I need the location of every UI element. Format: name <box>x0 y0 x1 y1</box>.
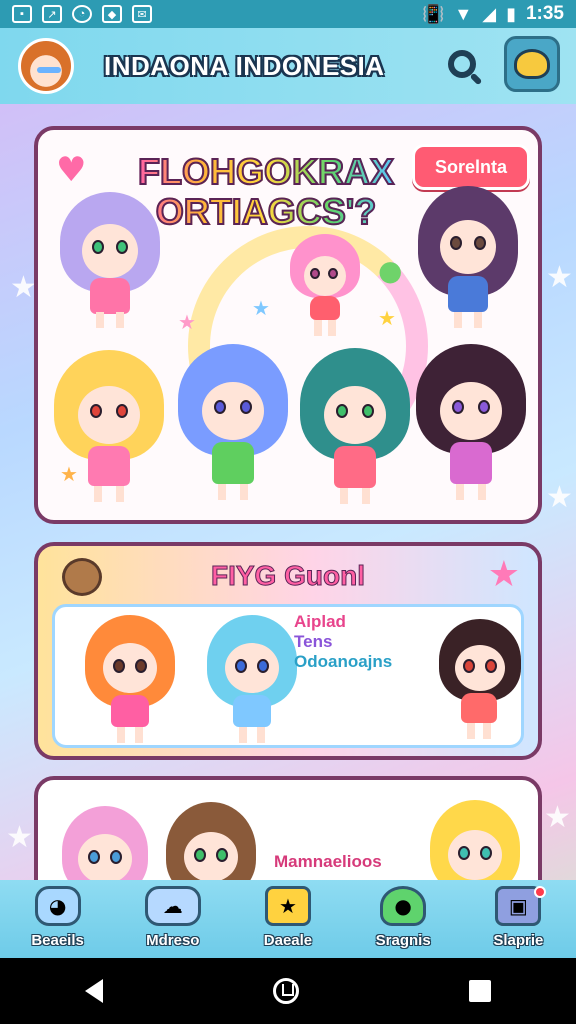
decor-star-icon: ★ <box>6 820 33 855</box>
star-face-icon: ★ <box>264 886 311 926</box>
character-pink-small[interactable] <box>290 234 360 336</box>
shield-notification-icon: ◆ <box>102 5 122 23</box>
character-teal[interactable] <box>300 348 410 510</box>
heart-icon: ♥ <box>56 150 87 190</box>
back-icon[interactable] <box>85 979 103 1003</box>
nav-label: Daeale <box>263 932 313 949</box>
nav-label: Mdreso <box>146 932 200 949</box>
status-notification-icons: ▪ ↗ ◔ ◆ ✉ <box>12 5 152 23</box>
star-sparkle-icon: ★ <box>178 310 196 334</box>
featured-title: FIYG Guonl <box>211 560 366 592</box>
star-sparkle-icon: ★ <box>60 462 78 486</box>
signal-icon: ◢ <box>482 3 497 24</box>
chart-notification-icon: ↗ <box>42 5 62 23</box>
app-notification-icon: ◔ <box>72 5 92 23</box>
star-sparkle-icon: ★ <box>252 296 270 320</box>
nav-label: Slaprie <box>493 932 544 949</box>
system-navigation-bar <box>0 958 576 1024</box>
hero-title: FLOHGOKRAX ORTIAGCS'? <box>136 151 396 233</box>
nav-label: Beaeils <box>31 932 84 949</box>
nav-label: Sragnis <box>375 932 431 949</box>
featured-line-2: Tens <box>294 632 333 651</box>
bottom-navigation: ◕ Beaeils ☁ Mdreso ★ Daeale ● Sragnis ▣ … <box>0 880 576 958</box>
nav-item-1[interactable]: ◕ Beaeils <box>8 886 108 949</box>
hero-banner-card[interactable]: ♥ FLOHGOKRAX ORTIAGCS'? Sorelnta ★ ★ ● ★… <box>34 126 542 524</box>
cloud-chat-icon: ☁ <box>144 886 201 926</box>
featured-line-1: Aiplad <box>294 612 346 631</box>
nav-item-3[interactable]: ★ Daeale <box>238 886 338 949</box>
hero-title-line1: FLOHGOKRAX <box>137 151 395 193</box>
wifi-icon: ▼ <box>454 3 473 24</box>
featured-line-3: Odoanoajns <box>294 652 393 671</box>
search-icon <box>448 50 476 78</box>
star-sparkle-icon: ★ <box>378 306 396 330</box>
app-title: INDAONA INDONESIA <box>104 50 385 81</box>
decor-star-icon: ★ <box>546 480 573 515</box>
character-purple[interactable] <box>418 186 518 332</box>
star-icon: ★ <box>487 554 520 595</box>
decor-star-icon: ★ <box>10 270 37 305</box>
character-cyan[interactable] <box>207 615 297 743</box>
character-orange[interactable] <box>85 615 175 743</box>
hero-title-line2: ORTIAGCS'? <box>155 191 378 233</box>
featured-card[interactable]: FIYG Guonl ★ Aiplad Tens Odoanoajns <box>34 542 542 760</box>
message-notification-icon: ✉ <box>132 5 152 23</box>
battery-icon: ▮ <box>506 3 516 24</box>
character-blue[interactable] <box>178 344 288 510</box>
character-lavender[interactable] <box>60 192 160 332</box>
slime-icon: ● <box>380 886 427 926</box>
nav-item-5[interactable]: ▣ Slaprie <box>468 886 568 949</box>
status-bar: ▪ ↗ ◔ ◆ ✉ 📳 ▼ ◢ ▮ 1:35 <box>0 0 576 28</box>
notification-badge <box>534 886 547 898</box>
featured-description: Aiplad Tens Odoanoajns <box>294 612 392 672</box>
app-header: INDAONA INDONESIA <box>0 28 576 104</box>
recents-icon[interactable] <box>469 980 491 1002</box>
hero-tag-button[interactable]: Sorelnta <box>412 144 530 190</box>
more-title: Mamnaelioos <box>274 852 382 871</box>
image-notification-icon: ▪ <box>12 5 32 23</box>
status-time: 1:35 <box>525 3 564 24</box>
avatar[interactable] <box>18 38 74 94</box>
character-dark-hair[interactable] <box>439 619 521 739</box>
cloud-face-icon: ◕ <box>34 886 81 926</box>
profile-button[interactable] <box>504 36 560 92</box>
character-blonde[interactable] <box>54 350 164 510</box>
search-button[interactable] <box>440 42 484 86</box>
decor-star-icon: ★ <box>546 260 573 295</box>
nav-item-2[interactable]: ☁ Mdreso <box>123 886 223 949</box>
character-dark-curly[interactable] <box>416 344 526 510</box>
character-icon <box>514 49 550 79</box>
decor-star-icon: ★ <box>544 800 571 835</box>
home-icon[interactable] <box>273 978 299 1004</box>
vibrate-icon: 📳 <box>421 3 445 24</box>
featured-character-panel <box>52 604 524 748</box>
slime-sparkle-icon: ● <box>378 254 403 287</box>
nav-item-4[interactable]: ● Sragnis <box>353 886 453 949</box>
